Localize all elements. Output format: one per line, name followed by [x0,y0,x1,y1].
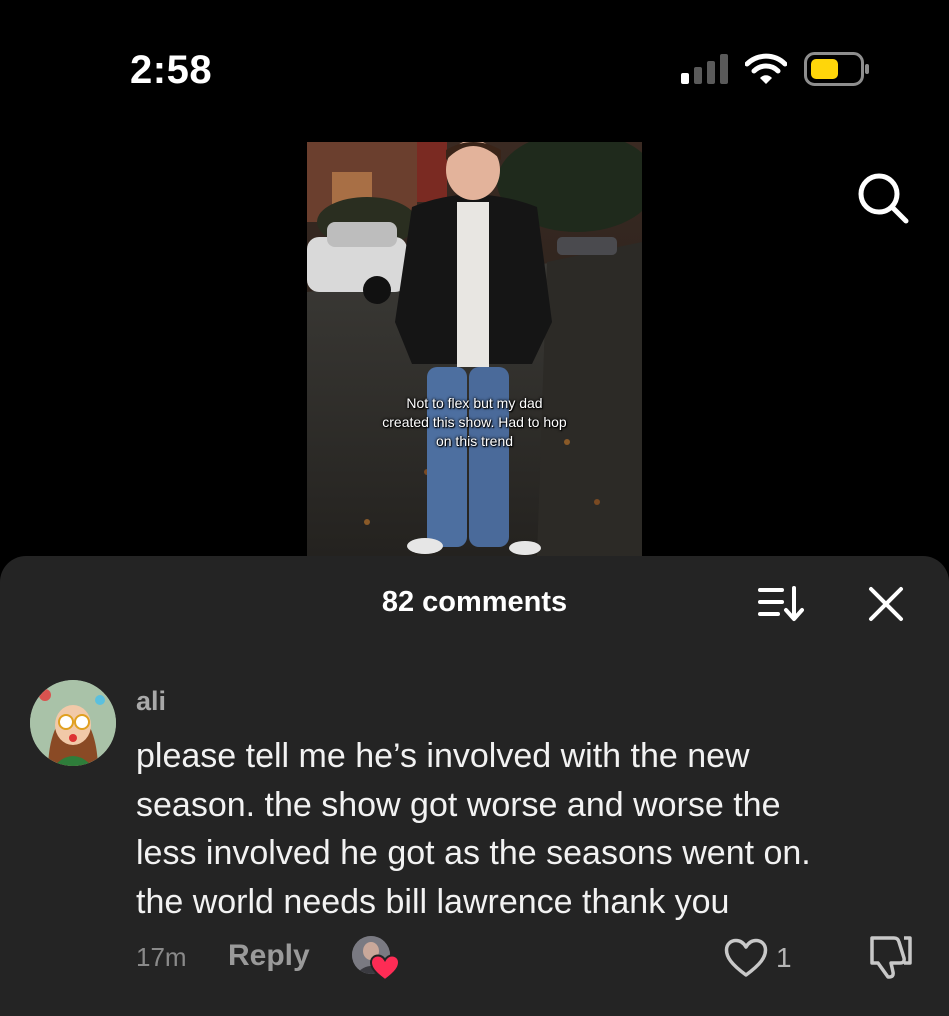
comments-sheet: 82 comments ali please tell me he’s invo… [0,556,949,1016]
comment-username[interactable]: ali [136,686,166,717]
caption-line: on this trend [435,433,514,449]
wifi-icon [745,53,787,84]
signal-icon [681,54,728,84]
reply-button[interactable]: Reply [228,939,310,973]
comment-text-line: less involved he got as the seasons went… [136,834,811,872]
comment-timestamp: 17m [136,942,187,972]
comment-text-line: please tell me he’s involved with the ne… [136,737,750,775]
video-preview[interactable]: Not to flex but my dad created this show… [307,142,642,556]
video-frame [307,142,642,556]
caption-line: Not to flex but my dad [406,395,543,411]
status-time: 2:58 [130,48,213,92]
heart-icon[interactable] [724,938,768,978]
avatar[interactable] [30,680,116,766]
comment-text: please tell me he’s involved with the ne… [136,732,926,926]
sort-icon[interactable] [758,584,804,624]
caption-line: created this show. Had to hop [382,414,567,430]
comment-text-line: the world needs bill lawrence thank you [136,882,730,921]
close-icon[interactable] [868,586,904,622]
dislike-icon[interactable] [864,934,914,980]
avatar-illustration [30,680,116,766]
like-count: 1 [776,942,792,973]
search-icon[interactable] [854,170,912,228]
comments-count-title: 82 comments [381,586,568,618]
comment-text-line: season. the show got worse and worse the [136,785,781,824]
battery-icon [804,52,869,86]
video-caption: Not to flex but my dad created this show… [307,394,642,451]
heart-badge-icon [370,954,400,982]
